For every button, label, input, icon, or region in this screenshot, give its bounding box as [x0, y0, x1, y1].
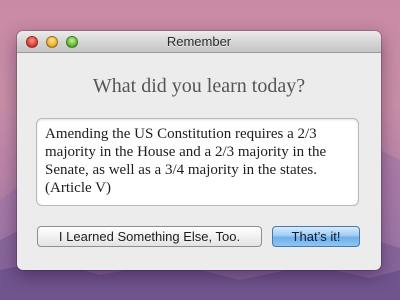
remember-window: Remember What did you learn today? Amend… [17, 31, 381, 270]
learned-something-else-button[interactable]: I Learned Something Else, Too. [37, 226, 262, 247]
learned-note-field[interactable]: Amending the US Constitution requires a … [36, 118, 359, 206]
thats-it-button[interactable]: That’s it! [272, 226, 360, 247]
window-title: Remember [166, 34, 232, 49]
prompt-heading: What did you learn today? [92, 75, 306, 97]
title-bar[interactable]: Remember [17, 31, 381, 53]
